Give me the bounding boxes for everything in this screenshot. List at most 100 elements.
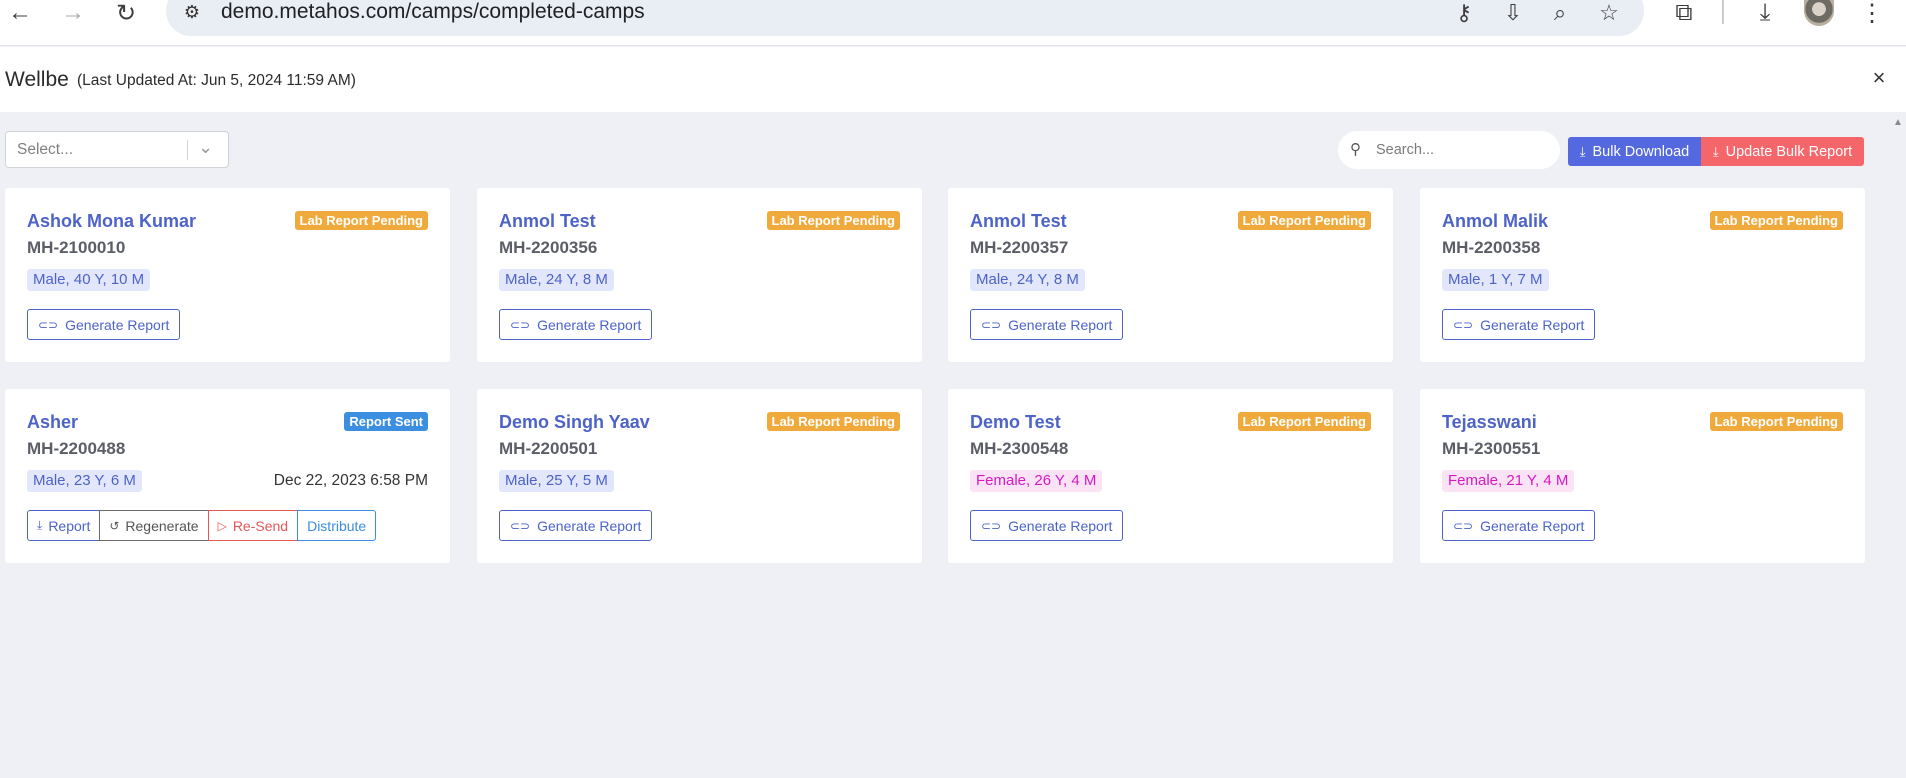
- patient-id: MH-2300548: [970, 439, 1069, 458]
- generate-report-label: Generate Report: [537, 316, 642, 333]
- demographic-tag: Male, 40 Y, 10 M: [27, 269, 151, 291]
- generate-report-button[interactable]: ⊂⊃ Generate Report: [499, 309, 653, 340]
- page-header: Wellbe (Last Updated At: Jun 5, 2024 11:…: [0, 47, 1906, 112]
- demographic-tag: Female, 21 Y, 4 M: [1442, 470, 1575, 492]
- generate-report-button[interactable]: ⊂⊃ Generate Report: [27, 309, 181, 340]
- bulk-download-button[interactable]: ⤓ Bulk Download: [1568, 137, 1701, 166]
- generate-report-button[interactable]: ⊂⊃ Generate Report: [970, 510, 1124, 541]
- regenerate-button[interactable]: ↺ Regenerate: [99, 510, 209, 541]
- generate-report-label: Generate Report: [65, 316, 170, 333]
- download-icon: ⤓: [37, 518, 43, 532]
- search-input[interactable]: [1376, 138, 1546, 162]
- resend-button[interactable]: ▷ Re-Send: [207, 510, 299, 541]
- patient-name[interactable]: Tejasswani: [1442, 412, 1537, 433]
- last-updated-text: (Last Updated At: Jun 5, 2024 11:59 AM): [77, 72, 356, 89]
- download-icon: ⤓: [1579, 143, 1586, 159]
- demographic-tag: Male, 24 Y, 8 M: [970, 269, 1085, 291]
- patient-id: MH-2200358: [1442, 238, 1541, 257]
- patient-name[interactable]: Anmol Test: [970, 211, 1067, 232]
- profile-avatar[interactable]: [1804, 0, 1834, 26]
- status-badge: Report Sent: [344, 412, 428, 431]
- scrollbar-up-arrow[interactable]: ▲: [1891, 117, 1905, 131]
- generate-report-button[interactable]: ⊂⊃ Generate Report: [1442, 309, 1596, 340]
- patient-card: Tejasswani Lab Report Pending MH-2300551…: [1420, 389, 1865, 563]
- generate-report-button[interactable]: ⊂⊃ Generate Report: [970, 309, 1124, 340]
- chevron-down-icon[interactable]: ⌄: [198, 137, 213, 158]
- install-app-icon[interactable]: ⇩: [1496, 0, 1530, 26]
- status-badge: Lab Report Pending: [1237, 211, 1371, 230]
- site-settings-icon[interactable]: ⚙: [178, 0, 206, 24]
- patient-card: Asher Report Sent MH-2200488 Male, 23 Y,…: [5, 389, 450, 563]
- send-icon: ▷: [217, 518, 227, 533]
- patient-card: Demo Test Lab Report Pending MH-2300548 …: [948, 389, 1393, 563]
- patient-name[interactable]: Ashok Mona Kumar: [27, 211, 196, 232]
- demographic-tag: Male, 25 Y, 5 M: [499, 470, 614, 492]
- generate-report-label: Generate Report: [1008, 517, 1113, 534]
- patient-id: MH-2200356: [499, 238, 598, 257]
- report-actions: ⤓ Report ↺ Regenerate ▷ Re-Send Distribu…: [27, 510, 377, 541]
- patient-name[interactable]: Asher: [27, 412, 78, 433]
- patient-card: Anmol Test Lab Report Pending MH-2200356…: [477, 188, 922, 362]
- browser-menu-icon[interactable]: ⋮: [1854, 0, 1890, 27]
- download-icon: ⤓: [1712, 143, 1719, 159]
- patient-name[interactable]: Demo Test: [970, 412, 1061, 433]
- key-icon[interactable]: ⚷: [1447, 0, 1481, 26]
- link-icon: ⊂⊃: [981, 518, 1002, 533]
- patient-name[interactable]: Anmol Malik: [1442, 211, 1548, 232]
- demographic-tag: Male, 24 Y, 8 M: [499, 269, 614, 291]
- generate-report-button[interactable]: ⊂⊃ Generate Report: [1442, 510, 1596, 541]
- forward-icon[interactable]: →: [55, 0, 91, 26]
- patient-id: MH-2200501: [499, 439, 598, 458]
- demographic-tag: Female, 26 Y, 4 M: [970, 470, 1103, 492]
- generate-report-button[interactable]: ⊂⊃ Generate Report: [499, 510, 653, 541]
- patient-name[interactable]: Demo Singh Yaav: [499, 412, 650, 433]
- status-badge: Lab Report Pending: [766, 211, 900, 230]
- select-placeholder: Select...: [17, 141, 73, 158]
- distribute-button[interactable]: Distribute: [297, 510, 377, 541]
- close-icon[interactable]: ×: [1868, 65, 1890, 91]
- status-badge: Lab Report Pending: [294, 211, 428, 230]
- search-icon: ⚲: [1350, 141, 1361, 158]
- status-badge: Lab Report Pending: [1709, 211, 1843, 230]
- update-bulk-report-button[interactable]: ⤓ Update Bulk Report: [1701, 137, 1864, 166]
- bookmark-star-icon[interactable]: ☆: [1592, 0, 1626, 26]
- report-button[interactable]: ⤓ Report: [27, 510, 101, 541]
- generate-report-label: Generate Report: [537, 517, 642, 534]
- patient-id: MH-2100010: [27, 238, 126, 257]
- patient-card: Demo Singh Yaav Lab Report Pending MH-22…: [477, 389, 922, 563]
- search-box[interactable]: ⚲: [1338, 131, 1560, 169]
- resend-label: Re-Send: [232, 517, 289, 534]
- select-divider: [187, 140, 188, 160]
- patient-id: MH-2200488: [27, 439, 126, 458]
- link-icon: ⊂⊃: [1453, 518, 1474, 533]
- patient-id: MH-2300551: [1442, 439, 1541, 458]
- address-url[interactable]: demo.metahos.com/camps/completed-camps: [221, 0, 645, 26]
- link-icon: ⊂⊃: [981, 317, 1002, 332]
- back-icon[interactable]: ←: [2, 0, 38, 26]
- update-bulk-report-label: Update Bulk Report: [1725, 143, 1853, 160]
- generate-report-label: Generate Report: [1480, 316, 1585, 333]
- extensions-icon[interactable]: ⧉: [1666, 0, 1702, 26]
- browser-toolbar: ← → ↻ ⚙ demo.metahos.com/camps/completed…: [0, 0, 1906, 46]
- patient-card: Anmol Malik Lab Report Pending MH-220035…: [1420, 188, 1865, 362]
- reload-icon[interactable]: ↻: [108, 0, 144, 27]
- distribute-label: Distribute: [307, 517, 367, 534]
- link-icon: ⊂⊃: [510, 317, 531, 332]
- regenerate-label: Regenerate: [125, 517, 199, 534]
- page-title: Wellbe: [5, 68, 69, 91]
- generate-report-label: Generate Report: [1480, 517, 1585, 534]
- demographic-tag: Male, 23 Y, 6 M: [27, 470, 142, 492]
- downloads-icon[interactable]: ⤓: [1747, 0, 1783, 26]
- patient-id: MH-2200357: [970, 238, 1069, 257]
- regenerate-icon: ↺: [109, 518, 120, 533]
- status-badge: Lab Report Pending: [766, 412, 900, 431]
- demographic-tag: Male, 1 Y, 7 M: [1442, 269, 1549, 291]
- patient-name[interactable]: Anmol Test: [499, 211, 596, 232]
- patient-card: Anmol Test Lab Report Pending MH-2200357…: [948, 188, 1393, 362]
- generate-report-label: Generate Report: [1008, 316, 1113, 333]
- bulk-download-label: Bulk Download: [1592, 143, 1690, 160]
- filter-select[interactable]: Select... ⌄: [5, 131, 229, 168]
- status-badge: Lab Report Pending: [1237, 412, 1371, 431]
- zoom-icon[interactable]: ⌕: [1543, 0, 1577, 26]
- link-icon: ⊂⊃: [1453, 317, 1474, 332]
